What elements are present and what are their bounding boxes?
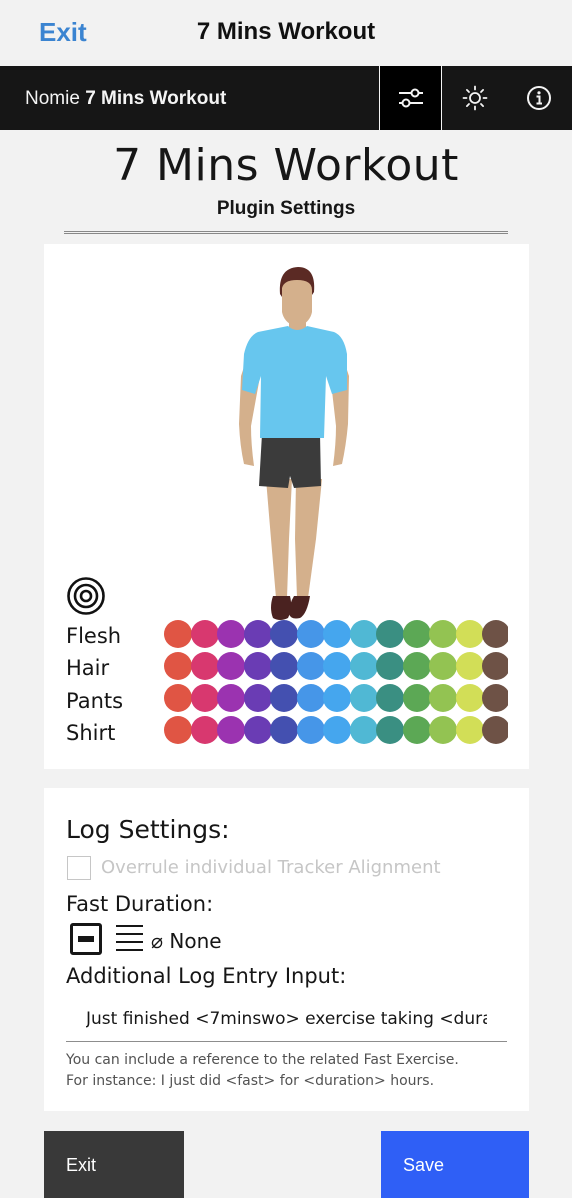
app-bar: Nomie 7 Mins Workout [0,66,572,130]
save-button[interactable]: Save [381,1131,529,1198]
color-swatch-shirt[interactable] [349,716,378,744]
color-swatch-shirt[interactable] [190,716,219,744]
row-label-pants: Pants [66,689,124,713]
color-swatch-pants[interactable] [376,684,404,712]
color-swatch-flesh[interactable] [323,620,351,648]
color-swatch-pants[interactable] [296,684,325,712]
brand-name: 7 Mins Workout [85,88,227,109]
color-swatch-shirt[interactable] [164,716,192,744]
color-swatch-flesh[interactable] [482,620,508,648]
color-swatch-hair[interactable] [429,652,457,680]
row-label-flesh: Flesh [66,624,122,648]
nav-title: 7 Mins Workout [196,18,376,45]
fast-duration-value: ⌀ None [151,929,222,953]
color-swatch-flesh[interactable] [270,620,298,648]
help-text: You can include a reference to the relat… [66,1050,459,1092]
log-settings-title: Log Settings: [66,815,230,844]
target-icon[interactable] [66,576,106,616]
color-swatch-shirt[interactable] [217,716,245,744]
avatar-right-shoe [289,596,310,619]
row-label-hair: Hair [66,656,110,680]
additional-input-label: Additional Log Entry Input: [66,964,347,988]
list-icon[interactable] [116,924,143,952]
row-label-shirt: Shirt [66,721,116,745]
color-swatch-flesh[interactable] [243,620,272,648]
color-swatch-shirt[interactable] [429,716,457,744]
help-line-1: You can include a reference to the relat… [66,1052,459,1068]
color-swatch-hair[interactable] [402,652,431,680]
color-swatch-flesh[interactable] [455,620,484,648]
color-swatch-pants[interactable] [323,684,351,712]
sliders-icon [398,88,423,108]
color-swatch-shirt[interactable] [243,716,272,744]
color-swatch-flesh[interactable] [349,620,378,648]
app-brand: Nomie 7 Mins Workout [25,88,226,110]
avatar-right-leg [295,479,322,598]
color-swatch-hair[interactable] [190,652,219,680]
color-swatch-pants[interactable] [164,684,192,712]
avatar-left-leg [266,479,292,598]
color-swatch-hair[interactable] [376,652,404,680]
settings-button[interactable] [379,66,442,130]
color-swatch-pants[interactable] [349,684,378,712]
top-nav-bar: Exit 7 Mins Workout [0,0,572,66]
color-swatch-shirt[interactable] [455,716,484,744]
overrule-checkbox[interactable] [67,856,91,880]
color-swatch-shirt[interactable] [296,716,325,744]
color-swatch-shirt[interactable] [402,716,431,744]
fast-duration-label: Fast Duration: [66,892,214,916]
color-swatch-flesh[interactable] [376,620,404,648]
overrule-checkbox-label: Overrule individual Tracker Alignment [101,857,441,878]
color-swatch-flesh[interactable] [296,620,325,648]
swatch-row-hair [164,652,508,680]
color-swatch-hair[interactable] [296,652,325,680]
title-divider [64,231,508,234]
color-swatch-pants[interactable] [190,684,219,712]
color-swatch-pants[interactable] [482,684,508,712]
additional-log-input[interactable] [66,996,507,1042]
color-swatch-hair[interactable] [455,652,484,680]
brand-prefix: Nomie [25,88,80,109]
color-swatch-hair[interactable] [349,652,378,680]
color-swatch-hair[interactable] [270,652,298,680]
color-swatch-flesh[interactable] [402,620,431,648]
color-swatch-hair[interactable] [243,652,272,680]
color-swatch-pants[interactable] [402,684,431,712]
info-button[interactable] [507,66,570,130]
color-swatch-shirt[interactable] [270,716,298,744]
color-swatch-pants[interactable] [429,684,457,712]
color-swatch-hair[interactable] [217,652,245,680]
color-swatch-pants[interactable] [243,684,272,712]
avatar-left-shoe [271,596,292,620]
help-line-2: For instance: I just did <fast> for <dur… [66,1073,435,1089]
minus-square-icon[interactable] [70,923,102,955]
swatch-row-pants [164,684,508,712]
color-swatch-shirt[interactable] [482,716,508,744]
color-swatch-hair[interactable] [164,652,192,680]
color-swatch-pants[interactable] [270,684,298,712]
avatar-shirt [242,326,347,438]
color-swatch-shirt[interactable] [323,716,351,744]
page-subtitle: Plugin Settings [216,198,356,219]
color-swatch-pants[interactable] [455,684,484,712]
color-swatch-flesh[interactable] [217,620,245,648]
color-swatch-flesh[interactable] [164,620,192,648]
color-swatch-shirt[interactable] [376,716,404,744]
color-swatch-hair[interactable] [482,652,508,680]
color-swatch-pants[interactable] [217,684,245,712]
sun-icon [462,85,487,111]
swatch-row-flesh [164,620,508,648]
exit-button[interactable]: Exit [44,1131,184,1198]
color-swatch-flesh[interactable] [429,620,457,648]
theme-button[interactable] [443,66,506,130]
color-swatch-hair[interactable] [323,652,351,680]
avatar-figure [239,267,349,620]
color-swatch-flesh[interactable] [190,620,219,648]
swatch-row-shirt [164,716,508,744]
info-icon [526,86,551,110]
page-title: 7 Mins Workout [113,140,459,191]
